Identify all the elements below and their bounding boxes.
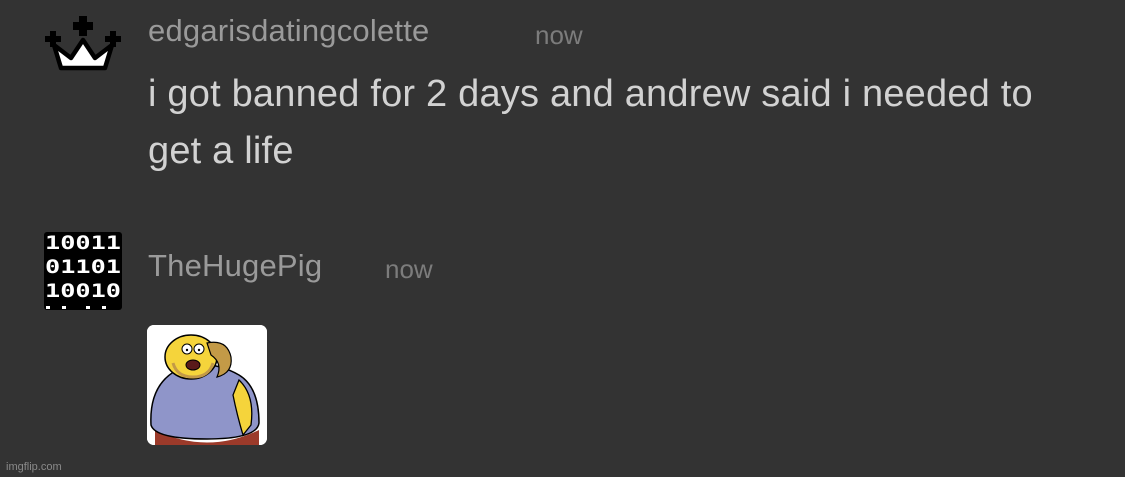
svg-text:01101: 01101 <box>45 256 121 278</box>
image-attachment[interactable] <box>147 325 267 445</box>
message-username[interactable]: TheHugePig <box>148 248 322 284</box>
user-avatar[interactable]: 10011 01101 10010 <box>44 232 122 310</box>
cartoon-comic-book-guy-image <box>147 325 267 445</box>
message-timestamp: now <box>385 254 433 284</box>
watermark: imgflip.com <box>6 461 62 473</box>
svg-text:10011: 10011 <box>45 232 121 254</box>
chat-message: 10011 01101 10010 TheHugePig now <box>0 0 1125 477</box>
binary-code-icon: 10011 01101 10010 <box>44 232 122 310</box>
svg-text:10010: 10010 <box>45 280 121 302</box>
